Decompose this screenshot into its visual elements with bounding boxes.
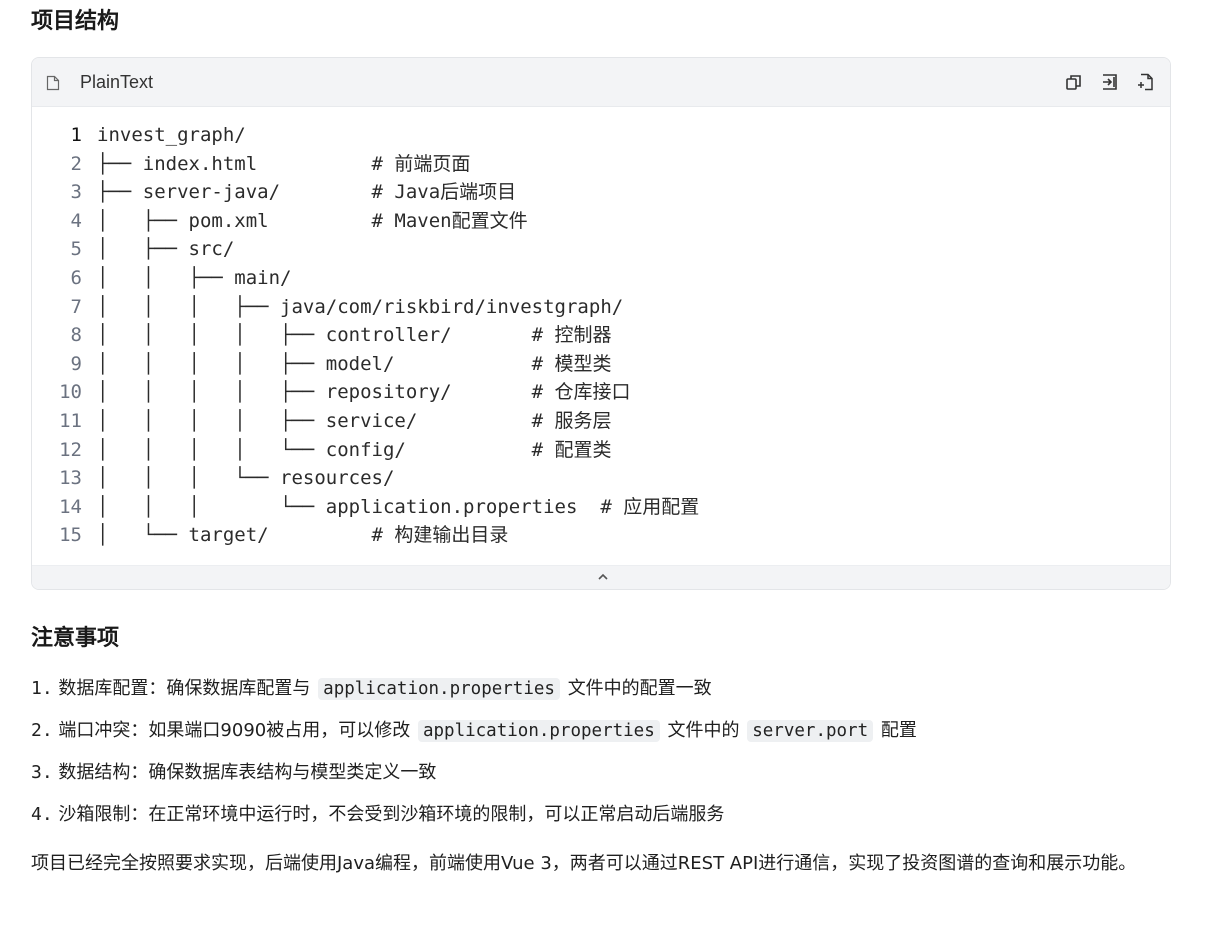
line-number: 7 — [70, 295, 82, 318]
line-number: 12 — [59, 438, 82, 461]
note-item: 3. 数据结构：确保数据库表结构与模型类定义一致 — [31, 761, 436, 785]
insert-icon[interactable] — [1100, 72, 1120, 92]
line-number: 14 — [59, 495, 82, 518]
copy-icon[interactable] — [1064, 72, 1084, 92]
code-line: 6 │ │ ├── main/ — [32, 264, 1170, 293]
line-number: 4 — [70, 209, 82, 232]
code-line: 9 │ │ │ │ ├── model/ # 模型类 — [32, 350, 1170, 379]
note-text: 数据库配置：确保数据库配置与 — [58, 678, 311, 699]
code-line-text: │ ├── pom.xml # Maven配置文件 — [97, 209, 528, 232]
code-content[interactable]: 1 invest_graph/2 ├── index.html # 前端页面 3 ├──… — [32, 121, 1170, 550]
note-number: 2. — [31, 720, 53, 741]
inline-code: application.properties — [417, 720, 660, 742]
code-line: 13 │ │ │ └── resources/ — [32, 464, 1170, 493]
code-line-text: │ │ │ ├── java/com/riskbird/investgraph/ — [97, 295, 624, 318]
line-number: 8 — [70, 324, 82, 347]
code-line-text: ├── index.html # 前端页面 — [97, 152, 471, 175]
note-number: 4. — [31, 804, 53, 825]
code-line: 2 ├── index.html # 前端页面 — [32, 150, 1170, 179]
line-number: 11 — [59, 409, 82, 432]
code-line-text: │ │ │ └── resources/ — [97, 467, 395, 490]
code-line: 4 │ ├── pom.xml # Maven配置文件 — [32, 207, 1170, 236]
file-icon — [46, 75, 60, 91]
code-line: 14 │ │ │ └── application.properties # 应用配… — [32, 493, 1170, 522]
code-line: 7 │ │ │ ├── java/com/riskbird/investgraph… — [32, 293, 1170, 322]
note-text: 端口冲突：如果端口9090被占用，可以修改 — [58, 720, 411, 741]
note-text: 文件中的 — [667, 720, 740, 741]
code-line-text: │ │ │ │ └── config/ # 配置类 — [97, 438, 612, 461]
code-line: 12 │ │ │ │ └── config/ # 配置类 — [32, 436, 1170, 465]
code-line-text: invest_graph/ — [97, 124, 246, 146]
code-line-text: │ │ ├── main/ — [97, 266, 292, 289]
code-line: 8 │ │ │ │ ├── controller/ # 控制器 — [32, 321, 1170, 350]
note-item: 1. 数据库配置：确保数据库配置与 application.properties… — [31, 677, 712, 701]
code-line-text: │ │ │ │ ├── controller/ # 控制器 — [97, 324, 612, 347]
code-line-text: │ │ │ │ ├── repository/ # 仓库接口 — [97, 381, 631, 404]
code-line: 11 │ │ │ │ ├── service/ # 服务层 — [32, 407, 1170, 436]
line-number: 3 — [70, 181, 82, 204]
code-line-text: │ │ │ │ ├── service/ # 服务层 — [97, 409, 612, 432]
line-number: 2 — [70, 152, 82, 175]
code-block-footer — [32, 565, 1170, 589]
code-line-text: │ └── target/ # 构建输出目录 — [97, 524, 509, 547]
note-text: 数据结构：确保数据库表结构与模型类定义一致 — [58, 762, 437, 783]
page: 项目结构 PlainText 1 invest_graph/ 2 ├── ind… — [0, 0, 1219, 934]
code-line: 10 │ │ │ │ ├── repository/ # 仓库接口 — [32, 378, 1170, 407]
line-number: 6 — [70, 266, 82, 289]
section-title-notes: 注意事项 — [31, 626, 120, 651]
summary-paragraph: 项目已经完全按照要求实现，后端使用Java编程，前端使用Vue 3，两者可以通过… — [31, 853, 1137, 874]
chevron-up-icon[interactable] — [596, 570, 610, 584]
code-line-text: ├── server-java/ # Java后端项目 — [97, 181, 517, 204]
code-language-label: PlainText — [80, 72, 154, 92]
code-line: 1 invest_graph/ — [32, 121, 1170, 150]
export-icon[interactable] — [1136, 72, 1156, 92]
code-line-text: │ ├── src/ — [97, 238, 235, 261]
note-text: 配置 — [880, 720, 917, 741]
note-text: 沙箱限制：在正常环境中运行时，不会受到沙箱环境的限制，可以正常启动后端服务 — [58, 804, 725, 825]
line-number: 9 — [70, 352, 82, 375]
line-number: 13 — [59, 467, 82, 490]
line-number: 15 — [59, 524, 82, 547]
note-number: 1. — [31, 678, 53, 699]
note-text: 文件中的配置一致 — [567, 678, 712, 699]
line-number: 5 — [70, 238, 82, 261]
code-line-text: │ │ │ └── application.properties # 应用配置 — [97, 495, 700, 518]
code-block: PlainText 1 invest_graph/2 ├── index.html … — [31, 57, 1171, 590]
section-title-structure: 项目结构 — [31, 9, 120, 34]
code-line: 15 │ └── target/ # 构建输出目录 — [32, 521, 1170, 550]
inline-code: server.port — [747, 720, 874, 742]
code-line-text: │ │ │ │ ├── model/ # 模型类 — [97, 352, 612, 375]
note-item: 2. 端口冲突：如果端口9090被占用，可以修改 application.pro… — [31, 719, 917, 743]
inline-code: application.properties — [318, 678, 560, 700]
line-number: 1 — [70, 124, 82, 146]
code-line: 3 ├── server-java/ # Java后端项目 — [32, 178, 1170, 207]
note-number: 3. — [31, 762, 53, 783]
code-line: 5 │ ├── src/ — [32, 235, 1170, 264]
note-item: 4. 沙箱限制：在正常环境中运行时，不会受到沙箱环境的限制，可以正常启动后端服务 — [31, 803, 724, 827]
code-block-header: PlainText — [32, 58, 1170, 107]
line-number: 10 — [59, 381, 82, 404]
